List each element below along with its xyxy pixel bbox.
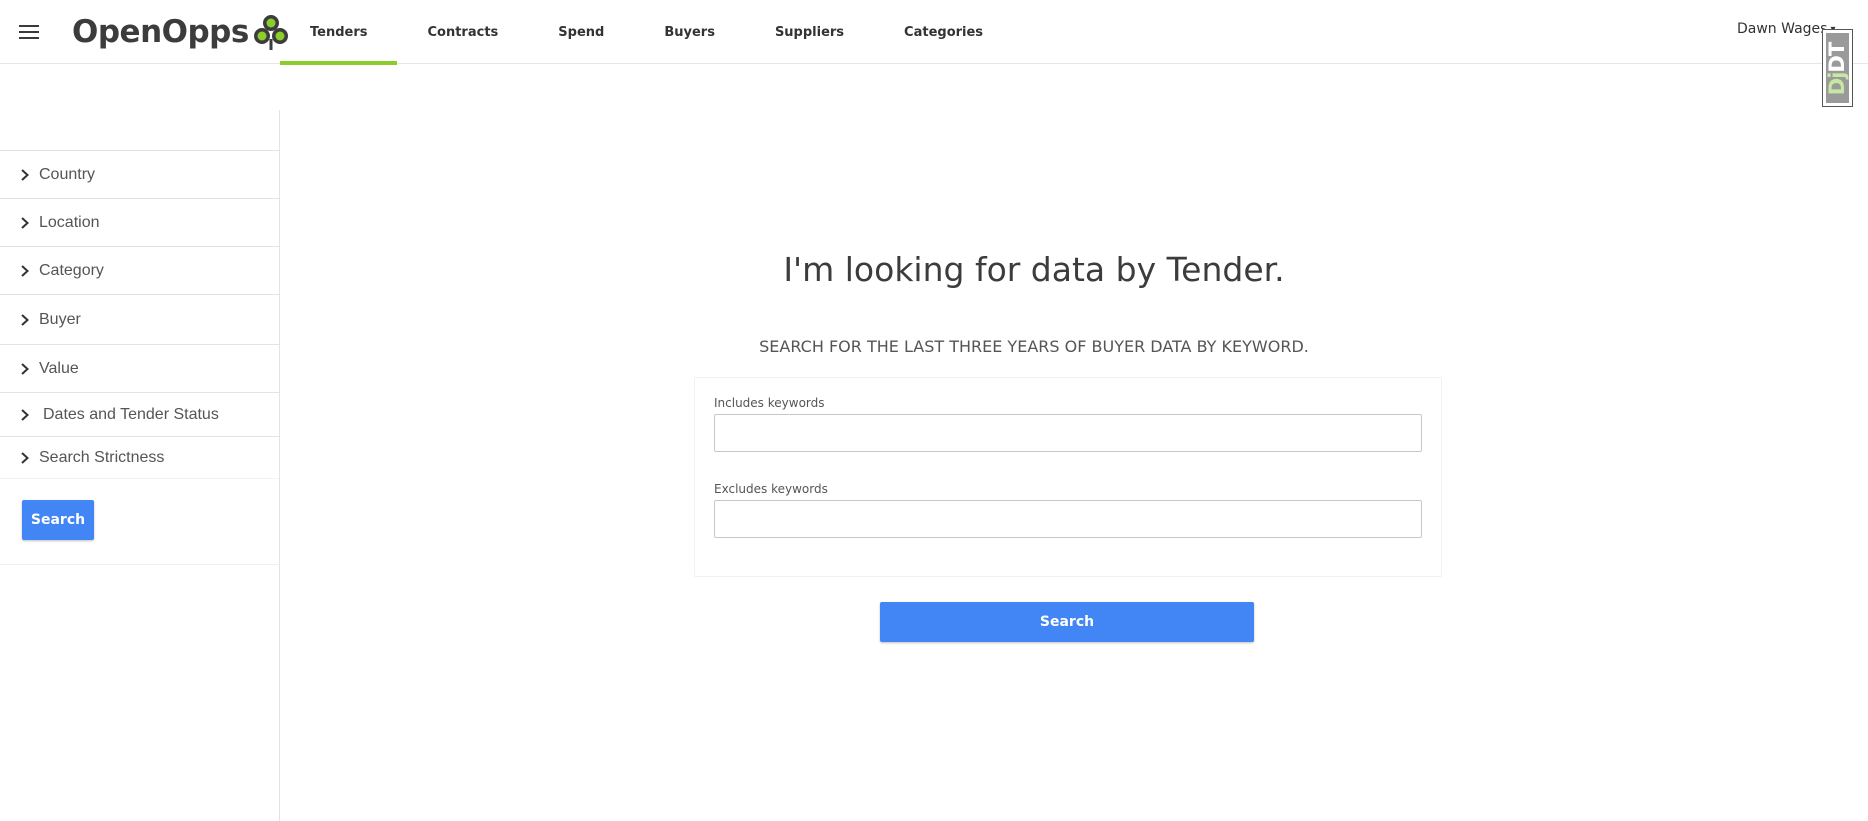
- tab-categories[interactable]: Categories: [874, 0, 1013, 64]
- filter-label: Dates and Tender Status: [43, 405, 219, 423]
- filter-label: Category: [39, 261, 104, 279]
- logo-text: OpenOpps: [72, 14, 249, 50]
- filter-label: Search Strictness: [39, 448, 165, 466]
- filter-label: Value: [39, 359, 79, 377]
- hamburger-menu-icon[interactable]: [19, 24, 39, 40]
- filter-dates-and-tender-status[interactable]: Dates and Tender Status: [0, 393, 279, 437]
- filter-location[interactable]: Location: [0, 199, 279, 247]
- tab-suppliers[interactable]: Suppliers: [745, 0, 874, 64]
- tab-spend[interactable]: Spend: [528, 0, 634, 64]
- chevron-right-icon: [21, 216, 29, 229]
- django-debug-toolbar-icon[interactable]: DjDT: [1822, 29, 1853, 107]
- main-nav-tabs: Tenders Contracts Spend Buyers Suppliers…: [280, 0, 1013, 65]
- filter-label: Location: [39, 213, 100, 231]
- page-title: I'm looking for data by Tender.: [783, 250, 1285, 289]
- excludes-keywords-input[interactable]: [714, 500, 1422, 538]
- tab-tenders[interactable]: Tenders: [280, 0, 398, 65]
- filter-list: Country Location Category Buyer Value Da…: [0, 150, 279, 479]
- chevron-right-icon: [21, 451, 29, 464]
- excludes-keywords-label: Excludes keywords: [714, 482, 828, 496]
- chevron-right-icon: [21, 362, 29, 375]
- sidebar-search-button[interactable]: Search: [22, 500, 94, 540]
- filter-search-strictness[interactable]: Search Strictness: [0, 437, 279, 479]
- includes-keywords-input[interactable]: [714, 414, 1422, 452]
- sidebar-divider: [0, 564, 280, 565]
- user-name: Dawn Wages: [1737, 21, 1828, 37]
- user-menu[interactable]: Dawn Wages ▾: [1737, 21, 1835, 37]
- keyword-search-panel: Includes keywords Excludes keywords: [694, 377, 1442, 577]
- chevron-right-icon: [21, 264, 29, 277]
- page-subheading: SEARCH FOR THE LAST THREE YEARS OF BUYER…: [759, 337, 1309, 356]
- debug-toolbar-label: DjDT: [1826, 42, 1849, 96]
- chevron-right-icon: [21, 313, 29, 326]
- filter-sidebar: Country Location Category Buyer Value Da…: [0, 110, 280, 821]
- main-search-button[interactable]: Search: [880, 602, 1254, 642]
- top-navigation-bar: OpenOpps Tenders Contracts Spend Buyers …: [0, 0, 1868, 65]
- filter-country[interactable]: Country: [0, 151, 279, 199]
- chevron-right-icon: [21, 408, 29, 421]
- includes-keywords-label: Includes keywords: [714, 396, 825, 410]
- tab-contracts[interactable]: Contracts: [397, 0, 528, 64]
- chevron-right-icon: [21, 168, 29, 181]
- filter-label: Country: [39, 165, 96, 183]
- filter-buyer[interactable]: Buyer: [0, 295, 279, 345]
- filter-label: Buyer: [39, 310, 81, 328]
- filter-category[interactable]: Category: [0, 247, 279, 295]
- filter-value[interactable]: Value: [0, 345, 279, 393]
- tab-buyers[interactable]: Buyers: [634, 0, 745, 64]
- openopps-logo[interactable]: OpenOpps: [72, 10, 289, 54]
